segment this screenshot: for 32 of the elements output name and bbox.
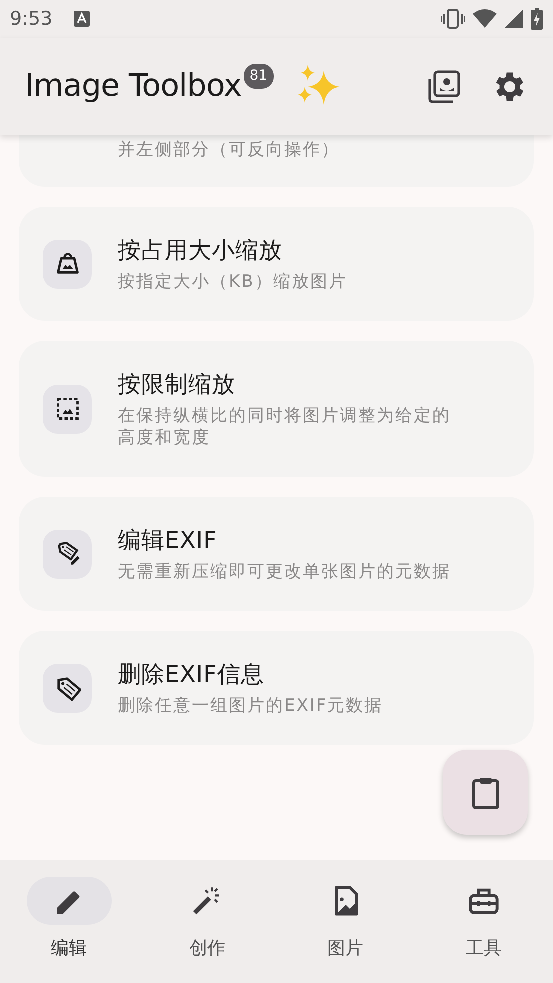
weight-bag-icon [54, 251, 80, 277]
paste-button[interactable] [443, 750, 528, 835]
tool-title: 删除EXIF信息 [118, 661, 266, 690]
battery-icon [531, 8, 543, 30]
signal-icon [505, 10, 523, 28]
nav-tab[interactable]: 工具 [414, 877, 553, 983]
clock: 9:53 [10, 6, 53, 32]
tool-card[interactable]: 按限制缩放 在保持纵横比的同时将图片调整为给定的高度和宽度 [19, 341, 534, 477]
keyboard-indicator-icon [72, 10, 91, 28]
nav-tab[interactable]: 编辑 [0, 877, 138, 983]
vibrate-icon [441, 8, 465, 30]
tag-icon [54, 675, 80, 701]
tool-card[interactable]: 按占用大小缩放 按指定大小（KB）缩放图片 [19, 207, 534, 321]
clipboard-icon [470, 776, 500, 810]
tool-description: 按指定大小（KB）缩放图片 [118, 271, 348, 293]
tool-card[interactable]: 编辑EXIF 无需重新压缩即可更改单张图片的元数据 [19, 497, 534, 611]
nav-tab[interactable]: 图片 [276, 877, 415, 983]
app-title: Image Toolbox [25, 67, 242, 106]
tool-title: 按占用大小缩放 [118, 237, 284, 266]
gallery-button[interactable] [427, 70, 461, 104]
tool-description: 删除任意一组图片的EXIF元数据 [118, 695, 384, 717]
count-badge: 81 [244, 64, 274, 89]
tool-card[interactable]: 删除EXIF信息 删除任意一组图片的EXIF元数据 [19, 631, 534, 745]
resize-frame-icon [54, 396, 80, 422]
photo-stack-icon [427, 70, 461, 104]
tool-description: 无需重新压缩即可更改单张图片的元数据 [118, 561, 451, 583]
tool-description: 在保持纵横比的同时将图片调整为给定的高度和宽度 [118, 405, 452, 449]
tool-title: 编辑EXIF [118, 527, 218, 556]
wifi-icon [473, 9, 497, 29]
tool-description: 并左侧部分（可反向操作） [118, 139, 340, 161]
nav-tab[interactable]: 创作 [138, 877, 276, 983]
tool-title: 按限制缩放 [118, 371, 236, 400]
